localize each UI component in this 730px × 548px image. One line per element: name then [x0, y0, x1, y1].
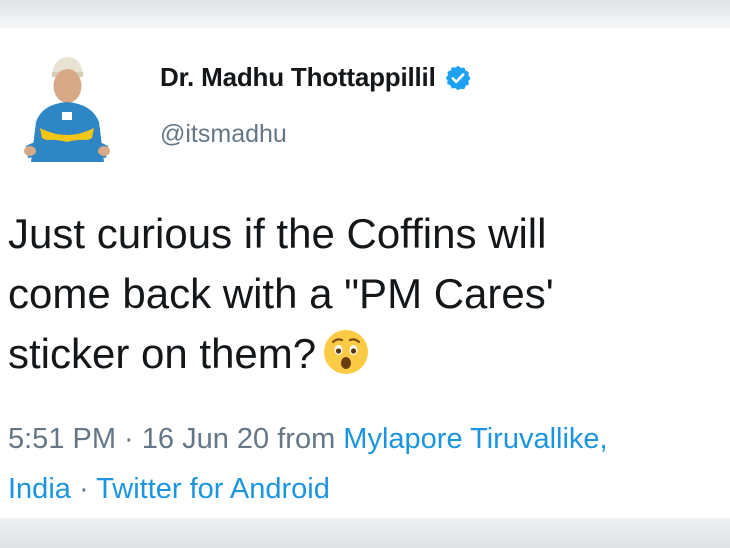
tweet-time[interactable]: 5:51 PM — [8, 423, 116, 455]
meta-line: India · Twitter for Android — [8, 464, 726, 514]
tweet-text-segment: sticker on them? — [8, 330, 317, 377]
tweet-text-line: sticker on them? — [8, 324, 723, 384]
top-background-band — [0, 0, 730, 28]
location-link-continued[interactable]: India — [8, 473, 71, 505]
bottom-background-band — [0, 518, 730, 548]
source-link[interactable]: Twitter for Android — [96, 473, 330, 505]
location-link[interactable]: Mylapore Tiruvallike, — [343, 423, 607, 455]
user-handle[interactable]: @itsmadhu — [160, 120, 287, 149]
meta-separator: · — [116, 423, 142, 455]
tweet-date[interactable]: 16 Jun 20 — [142, 423, 269, 455]
tweet-text-line: Just curious if the Coffins will — [8, 210, 547, 257]
avatar[interactable] — [22, 50, 112, 168]
display-name[interactable]: Dr. Madhu Thottappillil — [160, 62, 436, 93]
from-label: from — [269, 423, 344, 455]
tweet-metadata: 5:51 PM · 16 Jun 20 from Mylapore Tiruva… — [8, 414, 726, 514]
tweet-text: Just curious if the Coffins will come ba… — [8, 204, 723, 384]
tweet-text-line: come back with a "PM Cares' — [8, 270, 554, 317]
verified-badge-icon — [445, 65, 471, 90]
meta-separator: · — [70, 473, 97, 505]
tweet-card: Dr. Madhu Thottappillil @itsmadhu Just c… — [0, 28, 730, 518]
anxious-face-emoji-icon — [324, 330, 369, 374]
meta-line: 5:51 PM · 16 Jun 20 from Mylapore Tiruva… — [8, 414, 726, 464]
author-row: Dr. Madhu Thottappillil — [160, 62, 472, 93]
